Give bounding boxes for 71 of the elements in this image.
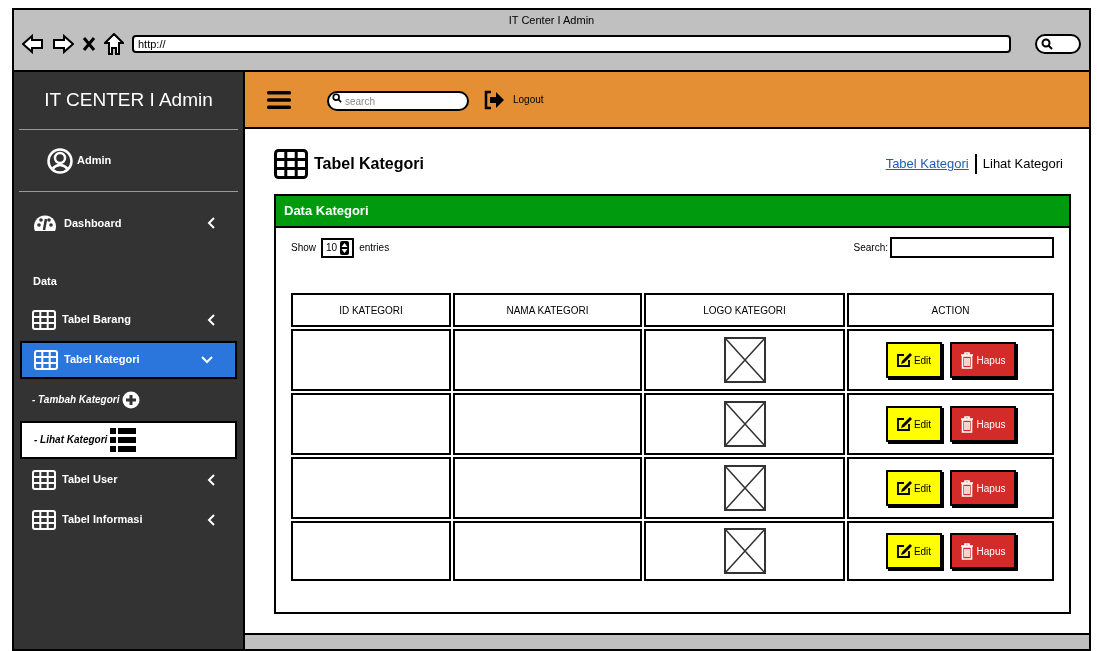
spinner-icon <box>340 240 350 255</box>
edit-button[interactable]: Edit <box>885 342 942 378</box>
brand-title: IT CENTER I Admin <box>19 72 238 130</box>
search-label: Search: <box>853 241 888 255</box>
trash-icon <box>959 351 974 369</box>
submenu-item[interactable]: - Lihat Kategori <box>20 420 237 459</box>
close-icon[interactable] <box>82 35 96 52</box>
section-label: Data <box>32 274 58 289</box>
image-placeholder <box>723 465 766 511</box>
search-field[interactable]: search <box>327 91 469 111</box>
logout-button[interactable]: Logout <box>483 89 544 110</box>
submenu-item[interactable]: - Tambah Kategori <box>20 380 237 419</box>
trash-icon <box>959 479 974 497</box>
column-header: LOGO KATEGORI <box>644 293 845 327</box>
table-icon <box>32 469 56 490</box>
edit-icon <box>895 416 912 432</box>
breadcrumb-link[interactable]: Tabel Kategori <box>885 154 969 174</box>
column-header: ID KATEGORI <box>291 293 451 327</box>
breadcrumb-current: Lihat Kategori <box>982 155 1063 174</box>
delete-button[interactable]: Hapus <box>949 533 1016 569</box>
image-placeholder <box>723 528 766 574</box>
delete-button[interactable]: Hapus <box>949 406 1016 442</box>
table-search-field[interactable] <box>890 237 1054 258</box>
logout-icon <box>483 89 505 110</box>
page-title: Tabel Kategori <box>314 154 424 174</box>
window-title: IT Center I Admin <box>508 13 595 28</box>
panel-header: Data Kategori <box>276 196 1069 228</box>
show-label: Show <box>291 241 316 255</box>
search-button[interactable] <box>1035 33 1081 54</box>
trash-icon <box>959 415 974 433</box>
edit-button[interactable]: Edit <box>885 533 942 569</box>
sidebar-item[interactable]: Tabel Informasi <box>20 500 237 539</box>
address-bar[interactable]: http:// <box>132 34 1011 53</box>
column-header: ACTION <box>847 293 1054 327</box>
user-name: Admin <box>77 153 112 169</box>
forward-icon[interactable] <box>52 33 74 54</box>
chevron-left-icon <box>207 513 215 526</box>
edit-button[interactable]: Edit <box>885 406 942 442</box>
chevron-left-icon <box>207 313 215 326</box>
table-icon <box>32 509 56 530</box>
table-icon <box>274 149 308 179</box>
chevron-down-icon <box>201 355 213 364</box>
chevron-left-icon <box>207 473 215 486</box>
user-avatar-icon <box>47 147 73 174</box>
edit-icon <box>895 352 912 368</box>
image-placeholder <box>723 337 766 383</box>
search-icon <box>332 92 342 103</box>
back-icon[interactable] <box>22 33 44 54</box>
delete-button[interactable]: Hapus <box>949 342 1016 378</box>
chevron-left-icon <box>207 217 215 229</box>
home-icon[interactable] <box>104 32 124 55</box>
sidebar-item[interactable]: Tabel Kategori <box>20 340 237 379</box>
delete-button[interactable]: Hapus <box>949 470 1016 506</box>
edit-icon <box>895 543 912 559</box>
edit-icon <box>895 480 912 496</box>
entries-label: entries <box>359 241 390 255</box>
image-placeholder <box>723 401 766 447</box>
sidebar-item[interactable]: Dashboard <box>20 204 237 242</box>
page-size-stepper[interactable]: 10 <box>321 237 355 258</box>
sidebar-item[interactable]: Tabel User <box>20 460 237 499</box>
sidebar-item[interactable]: Tabel Barang <box>20 300 237 339</box>
plus-circle-icon <box>122 390 141 409</box>
column-header: NAMA KATEGORI <box>453 293 642 327</box>
menu-icon[interactable] <box>267 89 291 110</box>
table-icon <box>34 349 58 370</box>
edit-button[interactable]: Edit <box>885 470 942 506</box>
table-icon <box>32 309 56 330</box>
dashboard-gauge-icon <box>32 214 58 232</box>
list-icon <box>110 427 137 452</box>
search-icon <box>1041 37 1053 50</box>
trash-icon <box>959 542 974 560</box>
